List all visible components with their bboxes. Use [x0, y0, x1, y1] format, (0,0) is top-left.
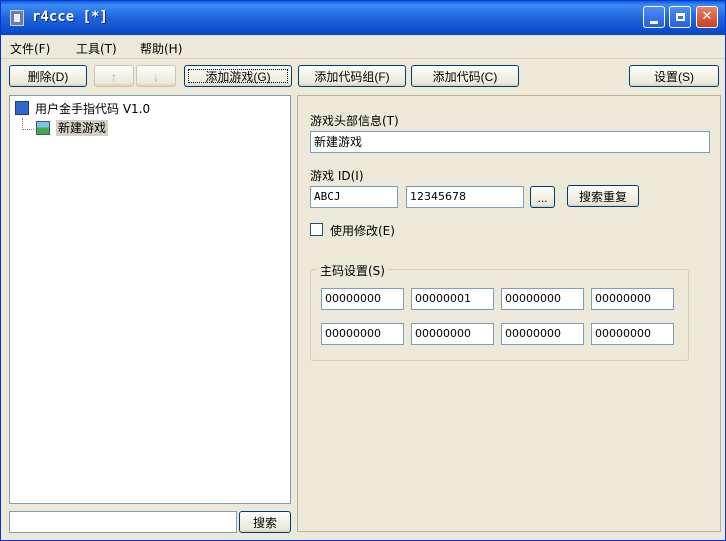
- game-id-label: 游戏 ID(I): [310, 169, 364, 183]
- add-code-group-button[interactable]: 添加代码组(F): [298, 65, 406, 87]
- add-game-button[interactable]: 添加游戏(G): [184, 65, 292, 87]
- master-code-field[interactable]: 00000000: [501, 288, 584, 310]
- search-duplicates-button[interactable]: 搜索重复: [567, 185, 639, 207]
- close-button[interactable]: ✕: [696, 6, 718, 28]
- app-icon[interactable]: [10, 10, 24, 26]
- settings-button[interactable]: 设置(S): [629, 65, 719, 87]
- tree-root-node[interactable]: 用户金手指代码 V1.0: [15, 101, 215, 117]
- tree-node-label: 新建游戏: [56, 120, 109, 136]
- browse-button[interactable]: ...: [530, 186, 555, 208]
- move-up-button[interactable]: ↑: [94, 65, 134, 87]
- close-icon: ✕: [701, 9, 713, 24]
- master-code-field[interactable]: 00000000: [591, 323, 674, 345]
- use-modify-label: 使用修改(E): [330, 224, 395, 238]
- game-id-hex-field[interactable]: 12345678: [406, 186, 524, 208]
- minimize-button[interactable]: [643, 6, 665, 28]
- master-code-field[interactable]: 00000000: [501, 323, 584, 345]
- app-window: r4cce [*] ✕ 文件(F) 工具(T) 帮助(H) 删除(D) ↑ ↓ …: [0, 0, 726, 541]
- minimize-icon: [650, 21, 658, 24]
- game-header-label: 游戏头部信息(T): [310, 114, 399, 128]
- database-icon: [15, 101, 29, 115]
- menu-bar: 文件(F) 工具(T) 帮助(H): [1, 36, 725, 59]
- title-bar[interactable]: r4cce [*] ✕: [1, 1, 725, 35]
- master-code-legend: 主码设置(S): [317, 262, 388, 279]
- cheat-tree[interactable]: 用户金手指代码 V1.0 新建游戏: [9, 95, 291, 504]
- use-modify-checkbox[interactable]: [310, 223, 323, 236]
- window-title: r4cce [*]: [32, 9, 108, 25]
- master-code-field[interactable]: 00000001: [411, 288, 494, 310]
- master-code-field[interactable]: 00000000: [591, 288, 674, 310]
- menu-help[interactable]: 帮助(H): [140, 40, 182, 57]
- tree-connector-branch: [22, 129, 34, 130]
- arrow-up-icon: ↑: [111, 70, 117, 84]
- master-code-field[interactable]: 00000000: [321, 288, 404, 310]
- maximize-button[interactable]: [669, 6, 691, 28]
- tree-root-label: 用户金手指代码 V1.0: [35, 102, 151, 116]
- master-code-field[interactable]: 00000000: [411, 323, 494, 345]
- menu-tools[interactable]: 工具(T): [76, 40, 117, 57]
- game-id-code-field[interactable]: ABCJ: [310, 186, 398, 208]
- move-down-button[interactable]: ↓: [136, 65, 176, 87]
- master-code-field[interactable]: 00000000: [321, 323, 404, 345]
- search-input[interactable]: [9, 511, 237, 533]
- master-code-group: [310, 269, 689, 361]
- tree-node-new-game[interactable]: 新建游戏: [36, 120, 126, 136]
- arrow-down-icon: ↓: [153, 70, 159, 84]
- game-icon: [36, 121, 50, 135]
- search-button[interactable]: 搜索: [239, 511, 291, 533]
- add-code-button[interactable]: 添加代码(C): [411, 65, 519, 87]
- menu-file[interactable]: 文件(F): [10, 40, 50, 57]
- game-header-field[interactable]: 新建游戏: [310, 131, 710, 153]
- delete-button[interactable]: 删除(D): [9, 65, 87, 87]
- maximize-icon: [675, 13, 685, 21]
